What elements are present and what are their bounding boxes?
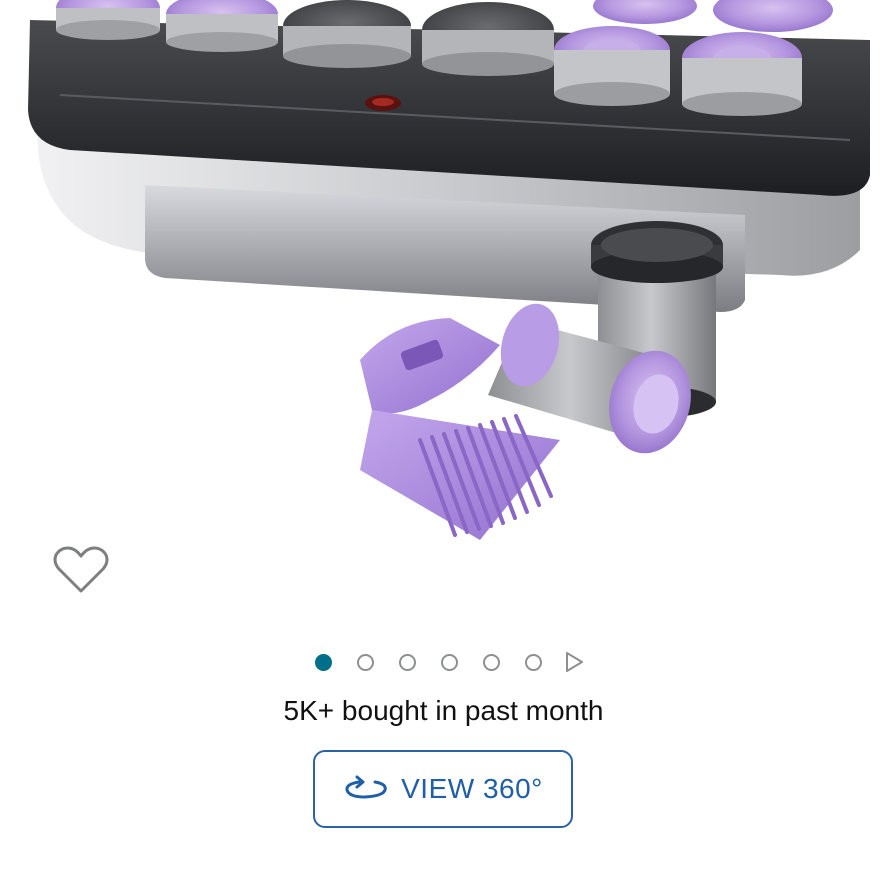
carousel-dot-2[interactable]: [357, 653, 374, 671]
image-carousel-pager: [0, 648, 887, 676]
carousel-dot-3[interactable]: [399, 653, 416, 671]
rotate-360-icon: [345, 775, 387, 799]
product-image[interactable]: [0, 0, 887, 545]
carousel-dot-1[interactable]: [315, 653, 332, 671]
favorite-button[interactable]: [52, 544, 110, 596]
play-triangle-icon[interactable]: [563, 651, 585, 673]
carousel-dot-6[interactable]: [525, 653, 542, 671]
view-360-label: VIEW 360°: [401, 773, 543, 804]
carousel-dot-4[interactable]: [441, 653, 458, 671]
view-360-button[interactable]: VIEW 360°: [313, 750, 573, 828]
heart-outline-icon: [53, 546, 109, 593]
carousel-dot-5[interactable]: [483, 653, 500, 671]
hot-rollers-illustration: [28, 0, 870, 540]
bought-past-month-text: 5K+ bought in past month: [283, 695, 604, 726]
